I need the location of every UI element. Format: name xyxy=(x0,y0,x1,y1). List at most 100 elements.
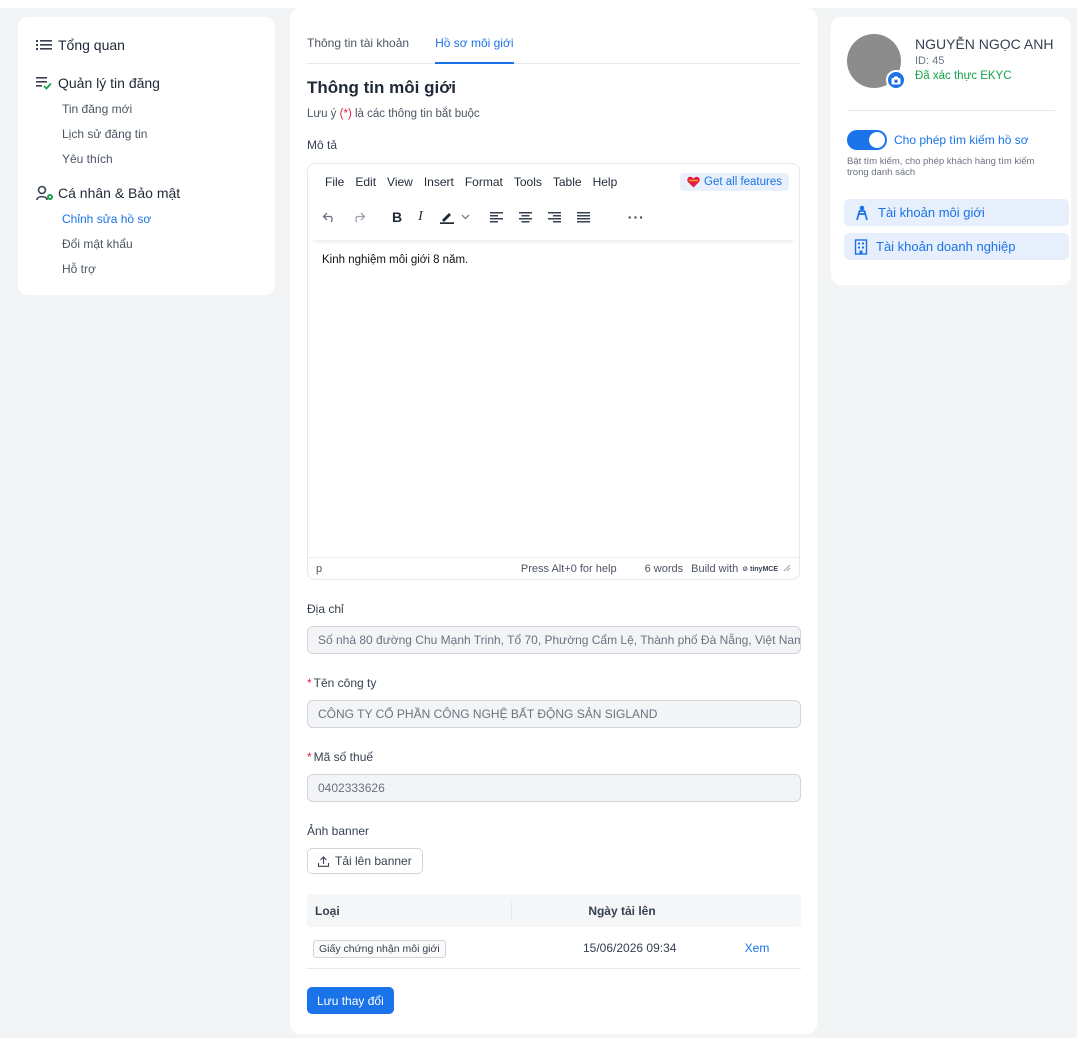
profile-id: ID: 45 xyxy=(915,55,945,67)
nav-personal-label: Cá nhân & Bảo mật xyxy=(58,185,181,201)
building-icon xyxy=(854,238,868,255)
verified-status: Đã xác thực EKYC xyxy=(915,70,1012,82)
get-all-features-label: Get all features xyxy=(704,176,782,188)
top-strip xyxy=(0,0,1077,8)
toggle-hint: Bật tìm kiếm, cho phép khách hàng tìm ki… xyxy=(847,156,1035,178)
note-suffix: là các thông tin bắt buộc xyxy=(354,108,480,120)
menu-tools[interactable]: Tools xyxy=(514,175,542,189)
tinymce-logo[interactable]: ⊘ tinyMCE xyxy=(742,565,778,573)
chevron-down-icon[interactable] xyxy=(461,214,470,220)
address-label: Địa chỉ xyxy=(307,602,344,616)
search-profile-toggle[interactable] xyxy=(847,130,887,150)
sidebar-item-edit-profile[interactable]: Chỉnh sửa hồ sơ xyxy=(36,207,257,232)
sidebar-item-listing-history[interactable]: Lịch sử đăng tin xyxy=(36,122,257,147)
build-with-label: Build with xyxy=(691,562,739,575)
heart-icon xyxy=(687,176,700,188)
menu-help[interactable]: Help xyxy=(593,175,618,189)
menu-file[interactable]: File xyxy=(325,175,344,189)
person-icon xyxy=(856,205,868,220)
user-settings-icon xyxy=(36,185,58,201)
doc-type-tag: Giấy chứng nhận môi giới xyxy=(313,939,446,958)
business-account-label: Tài khoản doanh nghiệp xyxy=(876,239,1016,254)
profile-panel: NGUYỄN NGỌC ANH ID: 45 Đã xác thực EKYC … xyxy=(831,17,1071,285)
search-toggle-row: Cho phép tìm kiếm hồ sơ xyxy=(847,130,1055,150)
more-icon[interactable]: ··· xyxy=(628,209,645,225)
required-star: * xyxy=(307,750,312,764)
profile-header: NGUYỄN NGỌC ANH ID: 45 Đã xác thực EKYC xyxy=(847,34,1055,90)
editor-toolbar: B I ··· xyxy=(308,200,799,234)
row-type-cell: Giấy chứng nhận môi giới xyxy=(307,939,583,958)
tab-broker-profile[interactable]: Hồ sơ môi giới xyxy=(435,36,514,64)
nav-listings[interactable]: Quản lý tin đăng xyxy=(36,73,257,93)
broker-account-button[interactable]: Tài khoản môi giới xyxy=(844,199,1069,226)
align-justify-icon[interactable] xyxy=(576,211,590,223)
tax-label: * Mã số thuế xyxy=(307,750,800,764)
nav-personal-security[interactable]: Cá nhân & Bảo mật xyxy=(36,183,257,203)
undo-icon[interactable] xyxy=(322,211,336,223)
highlight-icon[interactable] xyxy=(439,210,455,224)
company-label-text: Tên công ty xyxy=(313,676,377,690)
redo-icon[interactable] xyxy=(352,211,366,223)
align-right-icon[interactable] xyxy=(547,211,561,223)
camera-icon[interactable] xyxy=(886,70,906,90)
bold-icon[interactable]: B xyxy=(392,209,402,225)
address-field[interactable]: Số nhà 80 đường Chu Mạnh Trinh, Tổ 70, P… xyxy=(307,626,801,654)
list-icon xyxy=(36,39,58,51)
table-row: Giấy chứng nhận môi giới 15/06/2026 09:3… xyxy=(307,927,801,969)
page-title: Thông tin môi giới xyxy=(307,78,456,97)
col-type: Loại xyxy=(307,901,512,920)
note-prefix: Lưu ý xyxy=(307,108,337,120)
description-label: Mô tả xyxy=(307,138,338,152)
banner-label: Ảnh banner xyxy=(307,824,370,838)
editor-statusbar: p Press Alt+0 for help 6 words Build wit… xyxy=(308,557,799,579)
menu-format[interactable]: Format xyxy=(465,175,503,189)
tax-label-text: Mã số thuế xyxy=(313,750,374,764)
nav-overview[interactable]: Tổng quan xyxy=(36,35,257,55)
table-header: Loại Ngày tải lên xyxy=(307,894,801,927)
editor-menubar: File Edit View Insert Format Tools Table… xyxy=(308,164,799,200)
save-button[interactable]: Lưu thay đổi xyxy=(307,987,394,1014)
nav-listings-label: Quản lý tin đăng xyxy=(58,75,160,91)
company-field[interactable]: CÔNG TY CỔ PHẦN CÔNG NGHỆ BẤT ĐỘNG SẢN S… xyxy=(307,700,801,728)
documents-table: Loại Ngày tải lên Giấy chứng nhận môi gi… xyxy=(307,894,801,969)
tab-bar: Thông tin tài khoản Hồ sơ môi giới xyxy=(307,8,800,64)
business-account-button[interactable]: Tài khoản doanh nghiệp xyxy=(844,233,1069,260)
editor-path[interactable]: p xyxy=(316,563,521,575)
toggle-label: Cho phép tìm kiếm hồ sơ xyxy=(894,133,1029,147)
required-note: Lưu ý (*) là các thông tin bắt buộc xyxy=(307,108,800,120)
sidebar-item-support[interactable]: Hỗ trợ xyxy=(36,257,257,282)
editor-help-hint: Press Alt+0 for help xyxy=(520,562,617,575)
tab-account-info[interactable]: Thông tin tài khoản xyxy=(307,36,409,63)
company-label: * Tên công ty xyxy=(307,676,800,690)
upload-banner-button[interactable]: Tải lên banner xyxy=(307,848,423,874)
view-link[interactable]: Xem xyxy=(713,941,801,955)
get-all-features-button[interactable]: Get all features xyxy=(680,173,789,191)
resize-handle-icon[interactable] xyxy=(783,563,791,575)
menu-table[interactable]: Table xyxy=(553,175,582,189)
align-left-icon[interactable] xyxy=(489,211,503,223)
broker-account-label: Tài khoản môi giới xyxy=(878,205,985,220)
align-center-icon[interactable] xyxy=(518,211,532,223)
word-count[interactable]: 6 words xyxy=(645,563,684,575)
upload-banner-label: Tải lên banner xyxy=(335,854,412,868)
row-date-cell: 15/06/2026 09:34 xyxy=(583,940,677,955)
upload-icon xyxy=(318,855,329,867)
tax-field[interactable]: 0402333626 xyxy=(307,774,801,802)
sidebar-item-new-listing[interactable]: Tin đăng mới xyxy=(36,97,257,122)
rich-text-editor[interactable]: File Edit View Insert Format Tools Table… xyxy=(307,163,800,580)
sidebar: Tổng quan Quản lý tin đăng Tin đăng mới … xyxy=(18,17,275,295)
required-star: * xyxy=(307,676,312,690)
sidebar-item-change-password[interactable]: Đổi mật khẩu xyxy=(36,232,257,257)
sidebar-item-favorites[interactable]: Yêu thích xyxy=(36,147,257,172)
menu-view[interactable]: View xyxy=(387,175,413,189)
editor-content[interactable]: Kinh nghiệm môi giới 8 năm. xyxy=(308,240,799,280)
nav-overview-label: Tổng quan xyxy=(58,37,125,53)
main-panel: Thông tin tài khoản Hồ sơ môi giới Thông… xyxy=(290,8,817,1034)
menu-edit[interactable]: Edit xyxy=(355,175,376,189)
divider xyxy=(847,110,1055,111)
menu-insert[interactable]: Insert xyxy=(424,175,454,189)
checklist-icon xyxy=(36,76,58,90)
avatar[interactable] xyxy=(847,34,906,90)
tinymce-brand: tinyMCE xyxy=(750,565,778,573)
italic-icon[interactable]: I xyxy=(418,209,423,225)
